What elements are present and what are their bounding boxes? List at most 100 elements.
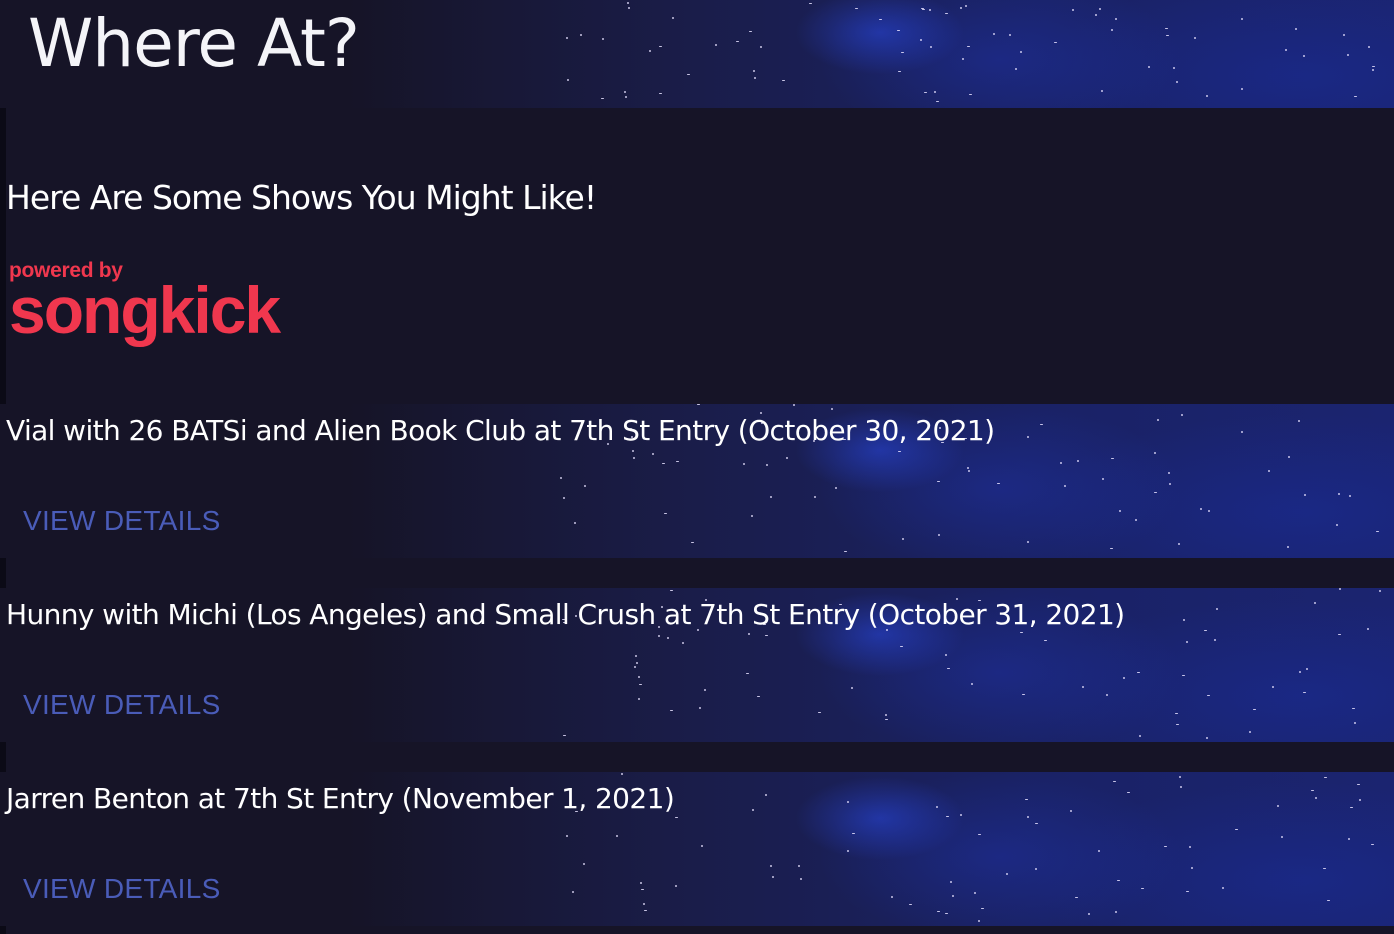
star-decoration (1115, 17, 1118, 20)
star-decoration (1338, 493, 1341, 496)
star-decoration (658, 634, 661, 637)
star-decoration (1371, 66, 1375, 68)
star-decoration (1352, 707, 1356, 709)
star-decoration (1368, 46, 1371, 49)
star-decoration (792, 404, 795, 406)
star-decoration (1280, 836, 1283, 839)
star-decoration (643, 903, 646, 906)
star-decoration (1370, 843, 1374, 845)
star-decoration (831, 408, 834, 411)
page-title: Where At? (28, 5, 360, 82)
star-decoration (1070, 810, 1073, 813)
star-decoration (1054, 41, 1058, 43)
star-decoration (936, 911, 940, 913)
star-decoration (1235, 829, 1239, 831)
star-decoration (566, 834, 569, 837)
star-decoration (1249, 731, 1252, 734)
star-decoration (1176, 723, 1180, 725)
star-decoration (635, 655, 638, 658)
star-decoration (992, 32, 995, 35)
star-decoration (818, 712, 822, 714)
star-decoration (627, 2, 630, 5)
star-decoration (1188, 845, 1191, 848)
star-decoration (799, 877, 802, 880)
star-decoration (1147, 66, 1150, 69)
songkick-logo[interactable]: powered by songkick (9, 260, 281, 343)
star-decoration (1298, 419, 1301, 422)
star-decoration (616, 834, 619, 837)
star-decoration (1193, 36, 1196, 39)
view-details-link[interactable]: VIEW DETAILS (23, 873, 221, 905)
star-decoration (652, 453, 655, 456)
star-decoration (962, 58, 965, 61)
star-decoration (1294, 27, 1297, 30)
view-details-link[interactable]: VIEW DETAILS (23, 505, 221, 537)
star-decoration (1178, 542, 1181, 545)
star-decoration (960, 6, 963, 9)
star-decoration (1241, 87, 1244, 90)
star-decoration (896, 29, 900, 31)
view-details-link[interactable]: VIEW DETAILS (23, 689, 221, 721)
star-decoration (560, 477, 563, 480)
star-decoration (1186, 891, 1189, 893)
star-decoration (1134, 518, 1137, 521)
star-decoration (638, 697, 641, 700)
star-decoration (764, 794, 767, 797)
star-decoration (1302, 54, 1305, 57)
star-decoration (563, 734, 567, 736)
star-decoration (945, 815, 949, 817)
star-decoration (1299, 671, 1301, 674)
star-decoration (1157, 419, 1160, 422)
star-decoration (1060, 461, 1063, 464)
star-decoration (835, 487, 838, 490)
star-decoration (697, 404, 701, 406)
star-decoration (1040, 423, 1044, 425)
star-decoration (1019, 50, 1022, 53)
star-decoration (1359, 798, 1362, 801)
star-decoration (1115, 911, 1118, 914)
star-decoration (1288, 455, 1291, 458)
star-decoration (967, 466, 970, 469)
star-decoration (1105, 693, 1108, 696)
star-decoration (846, 850, 849, 853)
star-decoration (1137, 671, 1141, 673)
star-decoration (1205, 736, 1208, 739)
star-decoration (754, 77, 757, 80)
star-decoration (643, 910, 647, 912)
star-decoration (690, 542, 694, 544)
star-decoration (764, 634, 768, 636)
star-decoration (852, 832, 856, 834)
star-decoration (1240, 430, 1243, 433)
star-decoration (1186, 640, 1189, 643)
star-decoration (1112, 780, 1116, 782)
star-decoration (1026, 436, 1029, 439)
star-decoration (1313, 602, 1316, 605)
star-decoration (1178, 775, 1181, 778)
star-decoration (1172, 66, 1175, 69)
star-decoration (1375, 531, 1379, 533)
star-decoration (981, 907, 985, 909)
star-decoration (1324, 777, 1327, 779)
star-decoration (743, 462, 746, 465)
star-decoration (1284, 48, 1287, 51)
star-decoration (658, 93, 662, 95)
star-decoration (602, 38, 605, 41)
star-decoration (1110, 29, 1113, 32)
star-decoration (601, 97, 605, 99)
star-decoration (1175, 713, 1179, 715)
star-decoration (924, 91, 928, 93)
star-decoration (937, 481, 941, 483)
star-decoration (669, 710, 673, 712)
star-decoration (701, 845, 704, 848)
star-decoration (770, 864, 773, 867)
star-decoration (1099, 7, 1102, 10)
star-decoration (936, 806, 939, 809)
star-decoration (781, 79, 785, 81)
star-decoration (579, 33, 582, 36)
star-decoration (935, 100, 939, 102)
star-decoration (760, 46, 763, 49)
star-decoration (634, 665, 637, 668)
star-decoration (900, 51, 904, 53)
star-decoration (996, 483, 1000, 485)
star-decoration (1020, 632, 1024, 634)
